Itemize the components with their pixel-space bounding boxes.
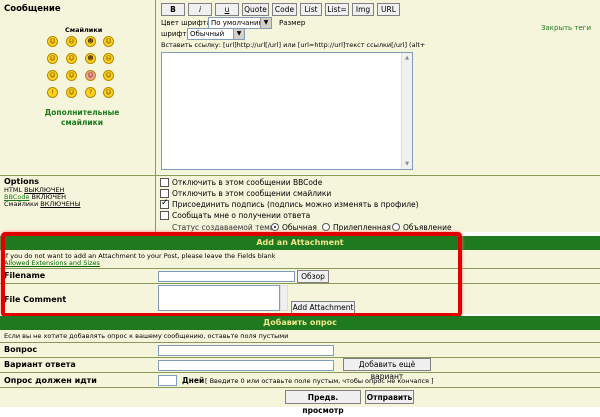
poll-question-label: Вопрос (4, 345, 38, 354)
smiley-icon[interactable]: ☻ (85, 36, 96, 47)
smiley-icon[interactable]: ☺ (66, 53, 77, 64)
chevron-down-icon: ▼ (233, 29, 244, 39)
chevron-down-icon: ▼ (260, 18, 271, 28)
more-smilies-link[interactable]: Дополнительные смайлики (42, 108, 122, 128)
smiley-icon[interactable]: ☹ (66, 36, 77, 47)
scroll-down-icon[interactable]: ▼ (402, 159, 412, 169)
font-color-label: Цвет шрифта: (161, 19, 214, 27)
poll-option-label: Вариант ответа (4, 360, 76, 369)
smiley-icon[interactable]: ☻ (85, 53, 96, 64)
font-color-value: По умолчанию (211, 19, 265, 27)
topic-status-label: Статус создаваемой темы: (172, 223, 279, 232)
smilies-label: Смайлики (65, 26, 103, 34)
smilies-status-label: Смайлики (4, 200, 39, 208)
poll-note: Если вы не хотите добавлять опрос к ваше… (4, 332, 289, 340)
message-textarea[interactable]: ▲ ▼ (161, 52, 413, 170)
allowed-extensions-link[interactable]: Allowed Extensions and Sizes (4, 259, 100, 267)
add-attachment-button[interactable]: Add Attachment (291, 301, 355, 314)
underline-button[interactable]: u (215, 3, 239, 16)
smiley-icon[interactable]: ☺ (66, 87, 77, 98)
smiley-icon[interactable]: ☺ (85, 70, 96, 81)
attachment-divider-1 (0, 268, 600, 269)
font-size-label: Размер (279, 19, 306, 27)
topic-normal-label: Обычная (282, 223, 317, 232)
smilies-state[interactable]: ВКЛЮЧЕНЫ (40, 200, 80, 208)
topic-sticky-radio[interactable] (322, 223, 330, 231)
bold-button[interactable]: B (161, 3, 185, 16)
img-button[interactable]: Img (352, 3, 374, 16)
poll-divider-3 (0, 372, 600, 373)
attachment-divider-2 (0, 283, 600, 284)
disable-smilies-label: Отключить в этом сообщении смайлики (172, 189, 332, 198)
poll-divider-4 (0, 387, 600, 388)
code-button[interactable]: Code (272, 3, 297, 16)
add-option-button[interactable]: Добавить ещё вариант (343, 358, 431, 381)
smiley-icon[interactable]: ☺ (103, 87, 114, 98)
smiley-icon[interactable]: ☺ (47, 70, 58, 81)
poll-header: Добавить опрос (0, 316, 600, 330)
smilies-status: Смайлики ВКЛЮЧЕНЫ (4, 200, 80, 208)
smiley-icon[interactable]: ☺ (47, 36, 58, 47)
topic-announce-radio[interactable] (392, 223, 400, 231)
poll-option-input[interactable] (158, 360, 334, 371)
filename-label: Filename (4, 271, 46, 280)
notify-reply-checkbox[interactable] (160, 211, 169, 220)
list-button[interactable]: List (300, 3, 322, 16)
smiley-icon[interactable]: ☹ (103, 53, 114, 64)
disable-smilies-checkbox[interactable] (160, 189, 169, 198)
topic-announce-label: Объявление (403, 223, 452, 232)
message-label: Сообщение (4, 4, 61, 14)
poll-duration-hint: [ Введите 0 или оставьте поле пустым, чт… (205, 377, 434, 385)
smiley-icon[interactable]: ? (85, 87, 96, 98)
file-comment-label: File Comment (4, 295, 67, 304)
font-size-select[interactable]: Обычный ▼ (187, 28, 245, 40)
topic-sticky-label: Прилепленная (333, 223, 391, 232)
preview-button[interactable]: Предв. просмотр (285, 390, 361, 415)
italic-button[interactable]: i (188, 3, 212, 16)
disable-bbcode-label: Отключить в этом сообщении BBCode (172, 178, 323, 187)
topic-normal-radio[interactable] (271, 223, 279, 231)
poll-divider-1 (0, 342, 600, 343)
attachment-header: Add an Attachment (0, 236, 600, 250)
disable-bbcode-checkbox[interactable] (160, 178, 169, 187)
submit-button[interactable]: Отправить (365, 390, 414, 404)
poll-days-label: Дней (182, 376, 205, 385)
browse-button[interactable]: Обзор (297, 270, 329, 283)
font-size-value: Обычный (190, 30, 225, 38)
attach-signature-checkbox[interactable] (160, 198, 169, 209)
url-button[interactable]: URL (377, 3, 400, 16)
list-numbered-button[interactable]: List= (325, 3, 349, 16)
smiley-icon[interactable]: ☺ (66, 70, 77, 81)
close-tags-link[interactable]: Закрыть теги (541, 24, 591, 32)
poll-divider-2 (0, 357, 600, 358)
smiley-icon[interactable]: ! (47, 87, 58, 98)
smiley-icon[interactable]: ☺ (103, 36, 114, 47)
attach-signature-label: Присоединить подпись (подпись можно изме… (172, 200, 419, 209)
file-comment-textarea[interactable] (158, 285, 280, 311)
quote-button[interactable]: Quote (242, 3, 269, 16)
poll-question-input[interactable] (158, 345, 334, 356)
smiley-icon[interactable]: ☺ (103, 70, 114, 81)
url-hint: Вставить ссылку: [url]http://url[/url] и… (161, 41, 426, 49)
poll-duration-input[interactable] (158, 375, 177, 386)
scroll-up-icon[interactable]: ▲ (402, 53, 412, 63)
options-title: Options (4, 177, 40, 186)
notify-reply-label: Сообщать мне о получении ответа (172, 211, 311, 220)
textarea-scrollbar[interactable]: ▲ ▼ (401, 53, 412, 169)
smiley-icon[interactable]: ☺ (47, 53, 58, 64)
filename-input[interactable] (158, 271, 295, 282)
poll-duration-label: Опрос должен идти (4, 376, 97, 385)
comment-scrollbar[interactable] (280, 285, 288, 311)
